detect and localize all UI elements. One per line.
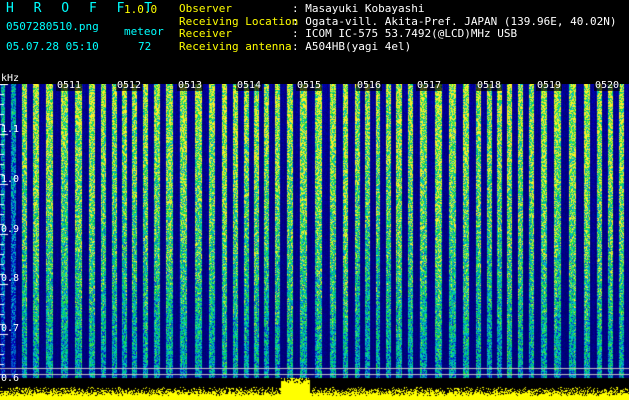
x-tick-label: 0511 (56, 80, 83, 91)
info-row-antenna: Receiving antenna: A504HB(yagi 4el) (179, 39, 412, 53)
meteor-label: meteor (124, 25, 164, 38)
x-tick-label: 0512 (116, 80, 143, 91)
y-tick-label: 1.0 (1, 174, 20, 185)
spectrogram-canvas (0, 84, 629, 400)
app-version: 1.0.0 (124, 3, 158, 16)
x-tick-label: 0520 (594, 80, 621, 91)
y-tick-label: 0.9 (1, 224, 20, 235)
station-info: Observer: Masayuki Kobayashi Receiving L… (179, 2, 617, 53)
header-panel: H R O F F T 1.0.0 0507280510.png meteor … (0, 0, 629, 76)
y-tick-label: 0.8 (1, 273, 20, 284)
x-tick-label: 0518 (476, 80, 503, 91)
x-tick-label: 0515 (296, 80, 323, 91)
file-name: 0507280510.png (6, 20, 99, 33)
x-tick-label: 0517 (416, 80, 443, 91)
y-tick-label: 1.1 (1, 124, 20, 135)
x-tick-label: 0519 (536, 80, 563, 91)
meteor-count: 72 (138, 40, 152, 53)
axis-unit-label: kHz (1, 73, 20, 84)
y-tick-label: 0.7 (1, 323, 20, 334)
x-tick-label: 0516 (356, 80, 383, 91)
y-tick-label: 0.6 (1, 373, 20, 384)
x-tick-label: 0513 (177, 80, 204, 91)
x-tick-label: 0514 (236, 80, 263, 91)
file-datetime: 05.07.28 05:10 (6, 40, 99, 53)
